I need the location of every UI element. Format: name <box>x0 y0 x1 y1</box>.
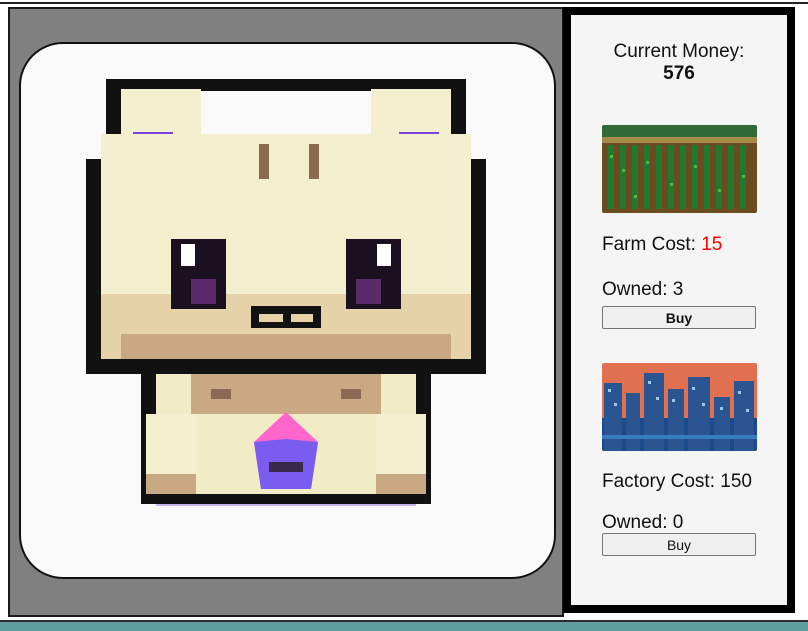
shop-panel: Current Money: 576 Farm Cost: 15 Owned: … <box>563 7 795 613</box>
page-root: Current Money: 576 Farm Cost: 15 Owned: … <box>0 0 808 631</box>
money-label: Current Money: <box>613 41 745 62</box>
bottom-bar <box>0 620 808 631</box>
farm-cost: Farm Cost: 15 <box>602 234 722 256</box>
pixel-cat-icon <box>86 79 486 506</box>
farm-cost-value: 15 <box>701 234 723 255</box>
factory-owned-count: Owned: 0 <box>602 512 684 533</box>
factory-cost-value: 150 <box>720 471 752 492</box>
factory-city-image <box>602 363 757 451</box>
cat-click-button[interactable] <box>19 42 556 579</box>
factory-cost: Factory Cost: 150 <box>602 471 752 493</box>
farm-field-image <box>602 125 757 213</box>
buy-farm-button[interactable]: Buy <box>602 306 756 329</box>
top-divider <box>0 2 808 4</box>
farm-cost-label: Farm Cost: <box>602 234 696 255</box>
game-area <box>8 7 564 617</box>
factory-cost-label: Factory Cost: <box>602 471 715 492</box>
buy-factory-button[interactable]: Buy <box>602 533 756 556</box>
money-value: 576 <box>663 63 695 84</box>
farm-owned-count: Owned: 3 <box>602 279 684 300</box>
